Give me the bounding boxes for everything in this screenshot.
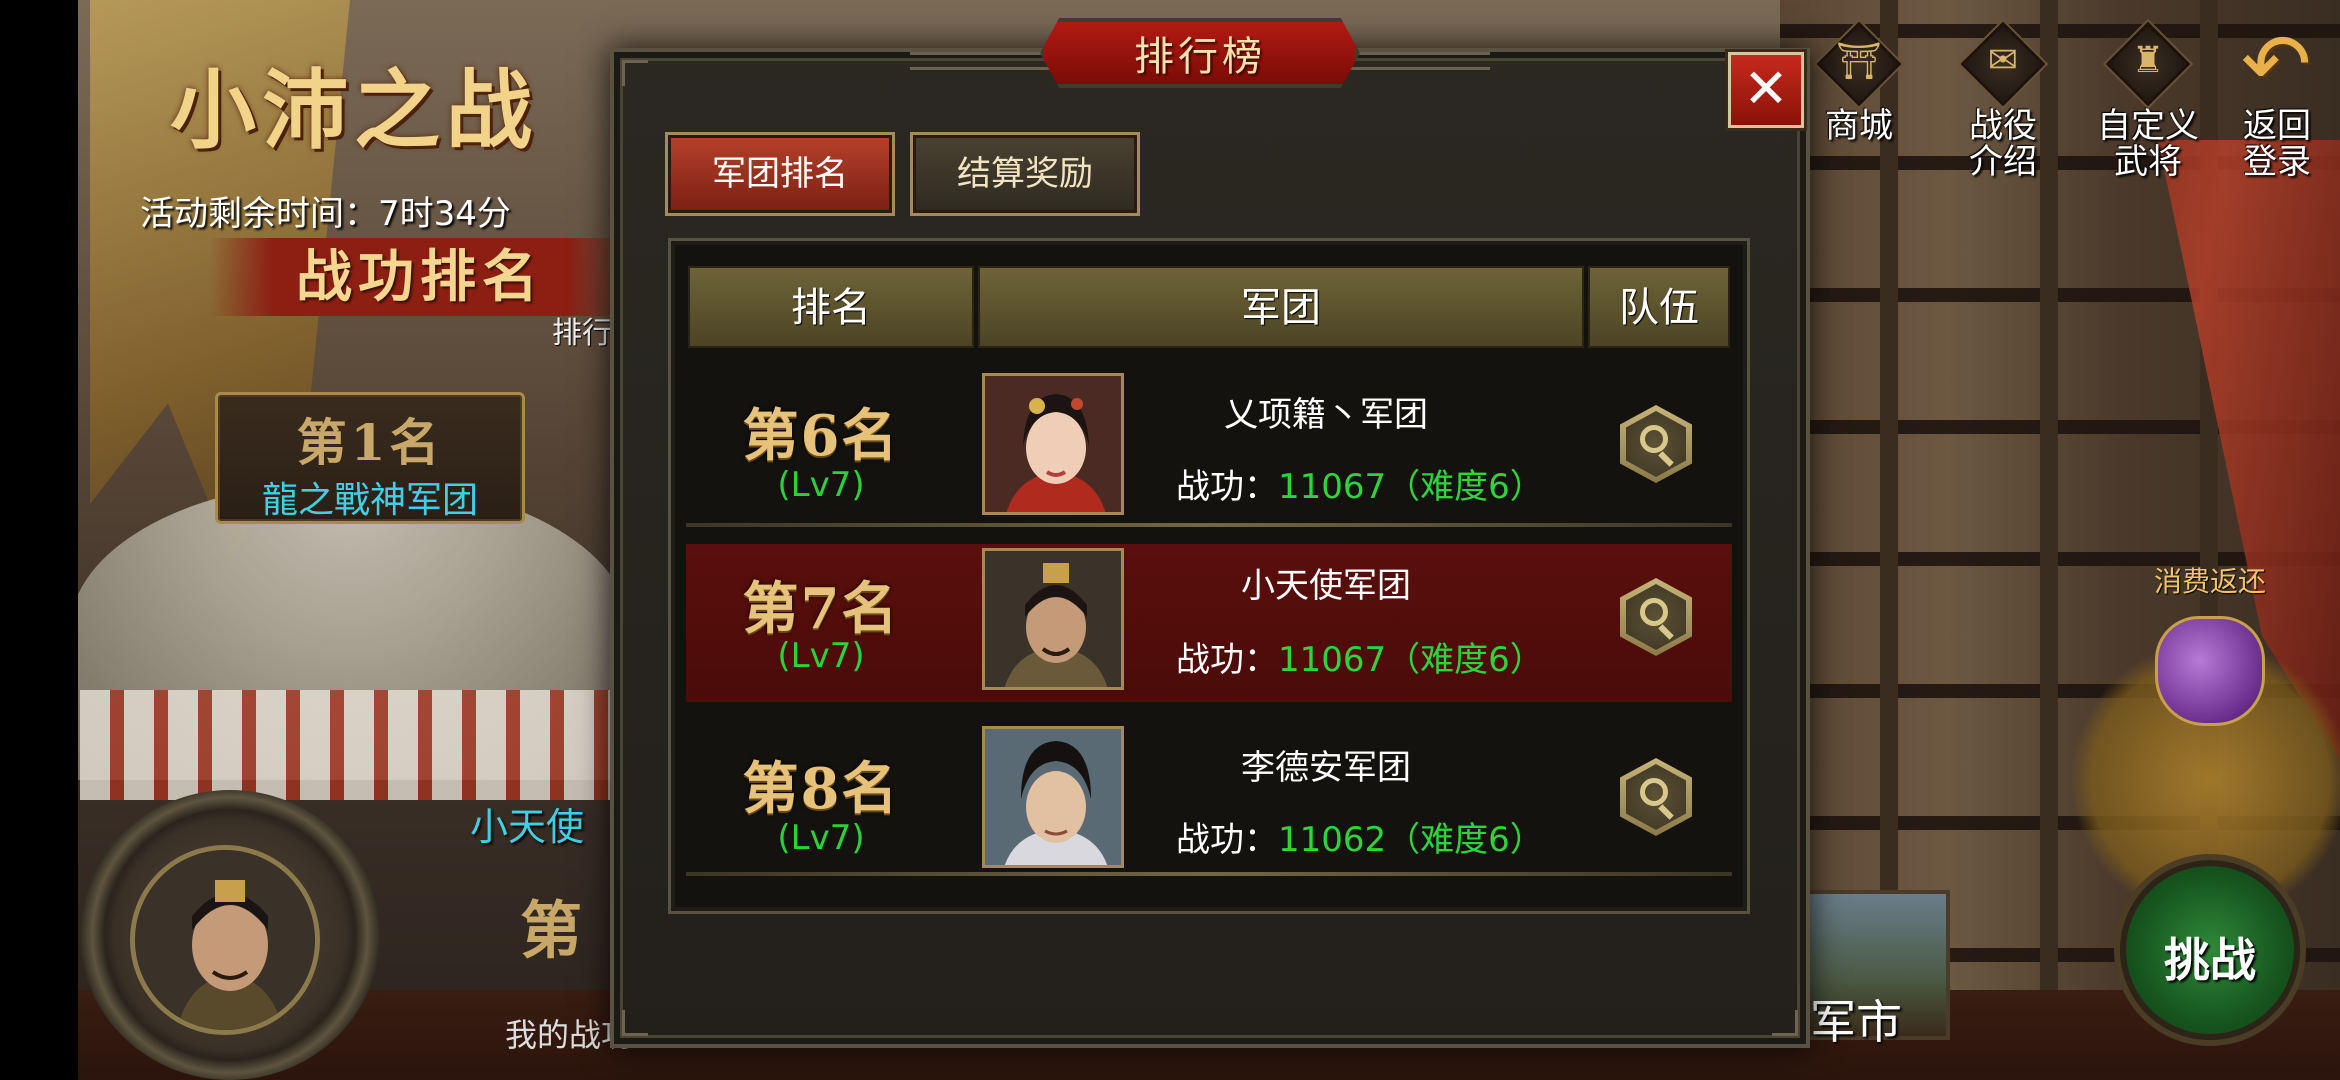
challenge-label: 挑战 bbox=[2164, 933, 2256, 987]
rank-text: 第8名 bbox=[742, 756, 900, 822]
my-avatar[interactable] bbox=[130, 845, 320, 1035]
custom-general-label: 自定义 武将 bbox=[2097, 106, 2199, 182]
back-login-label: 返回 登录 bbox=[2243, 106, 2311, 182]
scroll-icon: ✉ bbox=[1960, 21, 2046, 107]
merit-line: 战功：11062（难度6） bbox=[1176, 820, 1544, 860]
merit-value: 11067（难度6） bbox=[1278, 640, 1544, 680]
column-header-legion: 军团 bbox=[978, 266, 1584, 348]
screen-letterbox bbox=[0, 0, 78, 1080]
legion-name: 小天使军团 bbox=[1241, 566, 1411, 606]
back-arrow-icon: ↶ bbox=[2241, 15, 2312, 113]
view-team-button[interactable] bbox=[1620, 578, 1692, 656]
merit-value: 11067（难度6） bbox=[1278, 467, 1544, 507]
my-rank: 第 bbox=[520, 894, 583, 967]
market-label: 军市 bbox=[1810, 995, 1902, 1049]
merit-value: 11062（难度6） bbox=[1278, 820, 1544, 860]
level-text: (Lv7) bbox=[777, 465, 865, 505]
first-place-rank: 第1名 bbox=[296, 413, 444, 472]
leader-portrait bbox=[982, 548, 1124, 690]
dialog-title: 排行榜 bbox=[1134, 34, 1266, 80]
level-text: (Lv7) bbox=[777, 818, 865, 858]
leaderboard-side-button[interactable]: 排行 bbox=[552, 240, 612, 351]
remaining-time: 活动剩余时间：7时34分 bbox=[140, 194, 511, 234]
table-row-highlighted: 第7名 (Lv7) 小天使军团 战功：11067（难度6） bbox=[686, 544, 1732, 702]
rank-text: 第7名 bbox=[742, 576, 900, 642]
table-row: 第6名 (Lv7) 乂项籍丶军团 战功：11067（难度6） bbox=[686, 365, 1732, 523]
leaderboard-side-label: 排行 bbox=[552, 316, 612, 351]
leader-portrait bbox=[982, 373, 1124, 515]
tent-skirt bbox=[80, 690, 620, 800]
money-bag-icon bbox=[2155, 616, 2265, 726]
campaign-intro-button[interactable]: ✉ 战役 介绍 bbox=[1948, 21, 2058, 182]
shop-label: 商城 bbox=[1825, 106, 1893, 146]
legion-name: 李德安军团 bbox=[1241, 748, 1411, 788]
first-place-card: 第1名 龍之戰神军团 bbox=[215, 392, 525, 524]
close-icon: ✕ bbox=[1743, 57, 1789, 120]
row-divider bbox=[686, 872, 1732, 876]
my-legion-name: 小天使 bbox=[470, 805, 585, 849]
title-ornament-right bbox=[1350, 52, 1490, 70]
title-ornament-left bbox=[910, 52, 1050, 70]
campaign-intro-label: 战役 介绍 bbox=[1969, 106, 2037, 182]
merit-line: 战功：11067（难度6） bbox=[1176, 640, 1544, 680]
tab-settlement-rewards[interactable]: 结算奖励 bbox=[910, 132, 1140, 216]
shop-icon: ⛩ bbox=[1816, 21, 1902, 107]
legion-name: 乂项籍丶军团 bbox=[1224, 395, 1428, 435]
column-header-team: 队伍 bbox=[1588, 266, 1730, 348]
challenge-button[interactable]: 挑战 bbox=[2120, 860, 2300, 1040]
view-team-button[interactable] bbox=[1620, 405, 1692, 483]
view-team-button[interactable] bbox=[1620, 758, 1692, 836]
shop-button[interactable]: ⛩ 商城 bbox=[1804, 21, 1914, 146]
event-title: 小沛之战 bbox=[170, 60, 538, 161]
general-helmet-icon: ♜ bbox=[2105, 21, 2191, 107]
back-login-button[interactable]: ↶ 返回 登录 bbox=[2222, 22, 2332, 180]
custom-general-button[interactable]: ♜ 自定义 武将 bbox=[2093, 21, 2203, 182]
cashback-button[interactable]: 消费返还 bbox=[2140, 560, 2280, 726]
merit-line: 战功：11067（难度6） bbox=[1176, 467, 1544, 507]
tab-legion-ranking[interactable]: 军团排名 bbox=[665, 132, 895, 216]
level-text: (Lv7) bbox=[777, 636, 865, 676]
close-button[interactable]: ✕ bbox=[1728, 52, 1804, 128]
row-divider bbox=[686, 523, 1732, 527]
column-header-rank: 排名 bbox=[688, 266, 974, 348]
leader-portrait bbox=[982, 726, 1124, 868]
first-place-legion: 龍之戰神军团 bbox=[261, 480, 478, 521]
cashback-label: 消费返还 bbox=[2153, 565, 2266, 598]
rank-text: 第6名 bbox=[742, 403, 900, 469]
table-row: 第8名 (Lv7) 李德安军团 战功：11062（难度6） bbox=[686, 718, 1732, 876]
